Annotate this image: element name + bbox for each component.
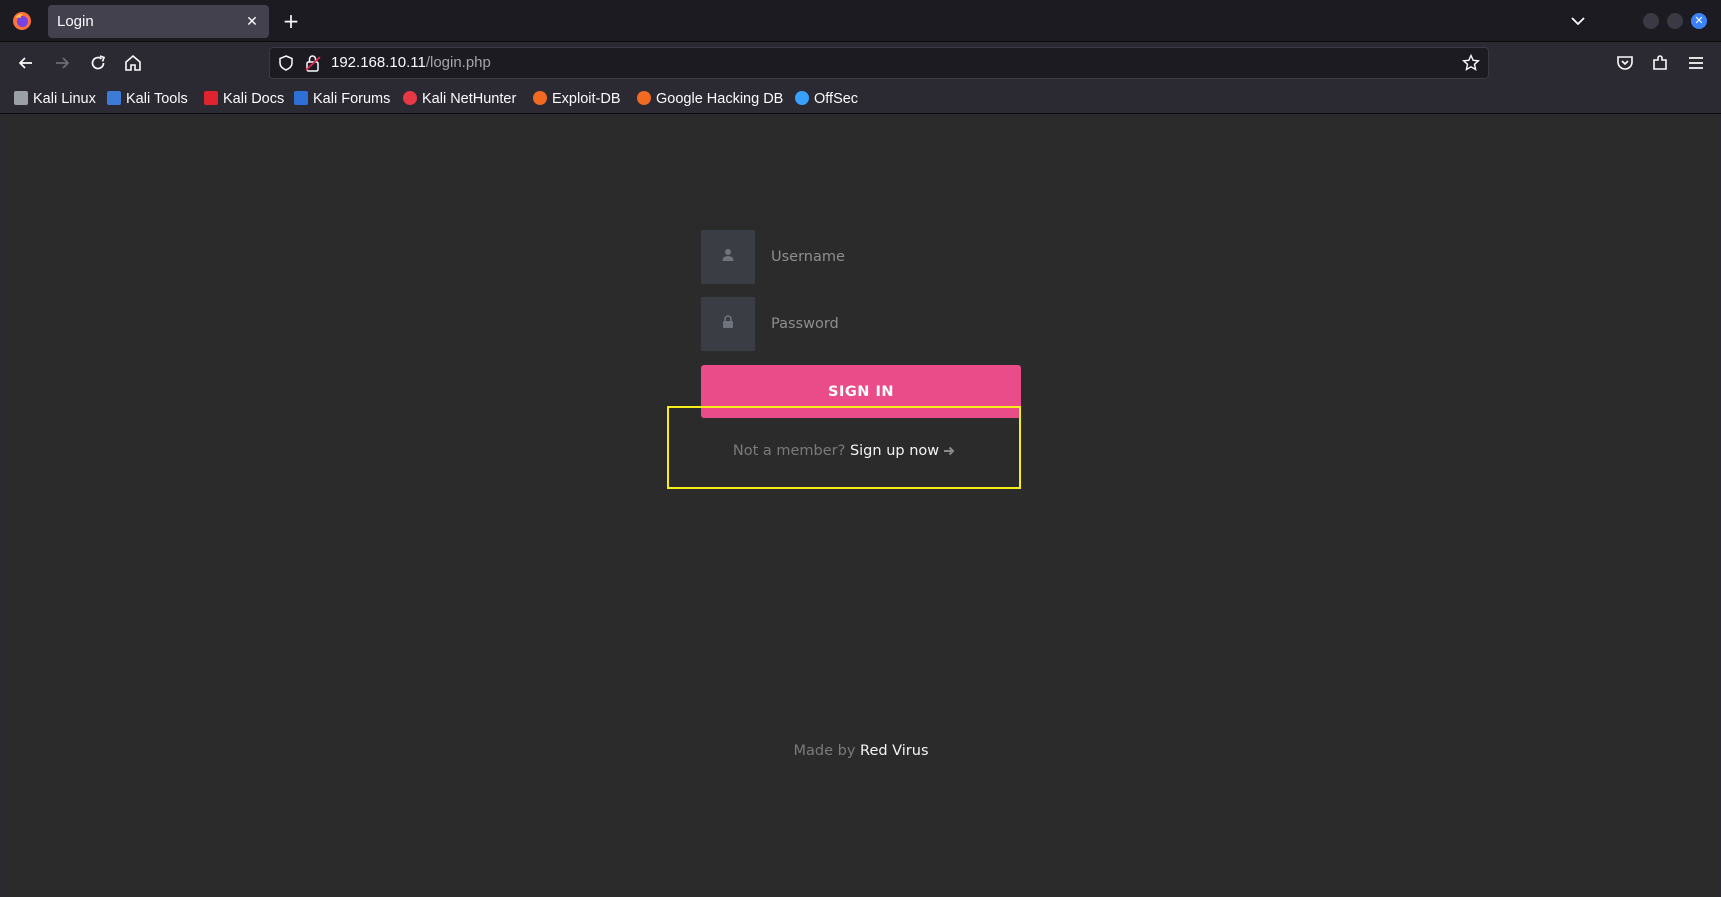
bookmark-kali-nethunter[interactable]: Kali NetHunter: [403, 88, 516, 110]
bookmark-label: Google Hacking DB: [656, 91, 784, 107]
bookmark-exploit-db[interactable]: Exploit-DB: [533, 88, 621, 110]
shield-icon[interactable]: [278, 55, 294, 71]
password-input[interactable]: [755, 297, 1021, 351]
kali-tools-icon: [107, 91, 121, 105]
exploit-db-icon: [533, 91, 547, 105]
username-field: [701, 230, 1021, 284]
signup-prompt-row: Not a member? Sign up now: [667, 443, 1021, 459]
kali-docs-icon: [204, 91, 218, 105]
bookmarks-toolbar: Kali Linux Kali Tools Kali Docs Kali For…: [0, 84, 1721, 114]
bookmark-kali-docs[interactable]: Kali Docs: [204, 88, 284, 110]
bookmark-label: Kali Tools: [126, 91, 188, 107]
maximize-icon[interactable]: [1667, 13, 1683, 29]
bookmark-kali-forums[interactable]: Kali Forums: [294, 88, 390, 110]
offsec-icon: [795, 91, 809, 105]
signup-prompt-text: Not a member?: [732, 443, 846, 459]
sign-up-link-label: Sign up now: [849, 443, 940, 459]
reload-icon[interactable]: [88, 53, 108, 73]
url-bar[interactable]: 192.168.10.11/login.php: [269, 47, 1489, 79]
lock-icon: [723, 315, 733, 328]
url-path: /login.php: [425, 54, 491, 71]
bookmark-label: Kali NetHunter: [422, 91, 517, 107]
bookmark-kali-tools[interactable]: Kali Tools: [107, 88, 188, 110]
footer-brand: Red Virus: [860, 743, 929, 759]
home-icon[interactable]: [123, 53, 143, 73]
nethunter-icon: [403, 91, 417, 105]
bookmark-star-icon[interactable]: [1462, 54, 1480, 72]
page-content: SIGN IN Not a member? Sign up now Made b…: [1, 115, 1720, 897]
insecure-lock-icon[interactable]: [305, 54, 321, 72]
minimize-icon[interactable]: [1643, 13, 1659, 29]
bookmark-kali-linux[interactable]: Kali Linux: [14, 88, 96, 110]
bookmark-google-hacking-db[interactable]: Google Hacking DB: [637, 88, 783, 110]
new-tab-icon[interactable]: +: [280, 10, 302, 32]
bookmark-offsec[interactable]: OffSec: [795, 88, 858, 110]
sign-in-button[interactable]: SIGN IN: [701, 365, 1021, 418]
url-text[interactable]: 192.168.10.11/login.php: [331, 54, 491, 71]
bookmark-label: Kali Docs: [223, 91, 285, 107]
pocket-icon[interactable]: [1615, 53, 1635, 73]
tab-title: Login: [57, 13, 94, 30]
arrow-right-icon: [944, 446, 955, 456]
password-icon-box: [701, 297, 755, 351]
menu-icon[interactable]: [1686, 53, 1706, 73]
window-close-icon[interactable]: ✕: [1691, 13, 1707, 29]
bookmark-label: Exploit-DB: [552, 91, 621, 107]
footer-prefix: Made by: [793, 743, 856, 759]
tab-close-icon[interactable]: ✕: [244, 13, 260, 29]
password-field: [701, 297, 1021, 351]
bookmark-label: Kali Linux: [33, 91, 96, 107]
tab-login[interactable]: Login ✕: [48, 5, 269, 38]
tab-strip: Login ✕ + ✕: [0, 0, 1721, 42]
back-icon[interactable]: [16, 53, 36, 73]
firefox-logo-icon[interactable]: [12, 11, 32, 31]
bookmark-label: OffSec: [814, 91, 859, 107]
username-icon-box: [701, 230, 755, 284]
url-host: 192.168.10.11: [331, 54, 426, 71]
bookmark-label: Kali Forums: [313, 91, 391, 107]
kali-dragon-icon: [14, 91, 28, 105]
footer: Made by Red Virus: [661, 743, 1061, 759]
user-icon: [722, 249, 734, 261]
ghdb-icon: [637, 91, 651, 105]
navigation-bar: 192.168.10.11/login.php: [0, 42, 1721, 84]
sign-up-link[interactable]: Sign up now: [850, 443, 955, 459]
chevron-down-icon[interactable]: [1567, 12, 1589, 30]
extensions-icon[interactable]: [1650, 53, 1670, 73]
username-input[interactable]: [755, 230, 1021, 284]
forward-icon[interactable]: [52, 53, 72, 73]
kali-forums-icon: [294, 91, 308, 105]
